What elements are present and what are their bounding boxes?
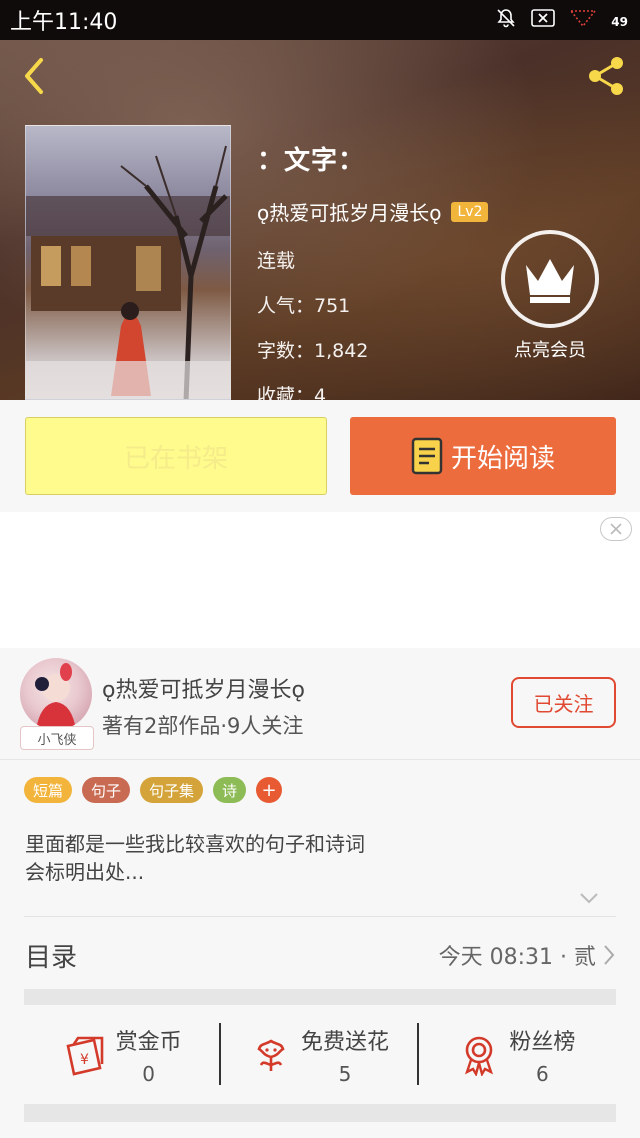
book-info: ：文字： ǫ热爱可抵岁月漫长ǫ Lv2 连载 人气：751 字数：1,842 收… [257,140,489,400]
tag-list: 短篇 句子 句子集 诗 + [24,777,283,803]
back-button[interactable] [14,56,54,96]
cover-illustration [26,145,230,399]
start-reading-button[interactable]: 开始阅读 [350,417,616,495]
reward-coins-value: 0 [142,1062,156,1086]
status-time: 上午11:40 [10,10,118,35]
tag-item[interactable]: 短篇 [24,777,73,803]
author-row[interactable]: ǫ热爱可抵岁月漫长ǫ Lv2 [257,197,489,226]
book-title: ：文字： [257,146,366,176]
catalog-latest-update: 今天 08:31 · 贰 [439,939,616,971]
fan-ranking-label: 粉丝榜 [509,1030,576,1055]
send-flower-label: 免费送花 [300,1030,389,1055]
follow-button[interactable]: 已关注 [511,677,616,728]
description-line-2: 会标明出处... [25,860,145,884]
book-favorites: 收藏：4 [257,385,327,400]
chevron-down-icon [580,893,598,904]
medal-icon [465,1036,494,1076]
reward-coins-label: 赏金币 [115,1030,182,1055]
catalog-update-text: 今天 08:31 · 贰 [438,945,596,970]
author-meta: 著有2部作品·9人关注 [102,714,304,738]
book-description[interactable]: 里面都是一些我比较喜欢的句子和诗词 会标明出处... [25,830,615,886]
battery-icon: 49 [611,11,628,30]
author-name[interactable]: ǫ热爱可抵岁月漫长ǫ [102,672,305,704]
fan-ranking-value: 6 [535,1062,549,1086]
tag-item[interactable]: 诗 [213,777,247,803]
coin-envelope-icon: ¥ [66,1036,103,1076]
vip-button[interactable]: 点亮会员 [500,230,600,362]
status-icons: 49 [495,7,628,33]
stats-bar: ¥ 赏金币 0 免费送花 5 粉丝榜 6 [24,1015,616,1095]
section-separator [24,989,616,1005]
status-bar: 上午11:40 49 [0,0,640,40]
ad-area [0,512,640,648]
fan-ranking-stat[interactable]: 粉丝榜 6 [419,1015,616,1095]
flower-icon [257,1039,285,1071]
tag-item[interactable]: 句子 [82,777,131,803]
chevron-left-icon [25,58,43,94]
share-button[interactable] [582,54,630,98]
close-icon [610,523,622,535]
crown-icon [526,259,574,303]
book-word-count: 字数：1,842 [257,340,369,362]
expand-description-button[interactable] [578,890,600,909]
svg-text:¥: ¥ [80,1052,89,1068]
book-status: 连载 [257,250,296,272]
tag-item[interactable]: 句子集 [140,777,204,803]
signal-icon [569,8,597,32]
send-flower-value: 5 [338,1062,352,1086]
book-cover[interactable] [25,125,231,400]
in-shelf-button[interactable]: 已在书架 [25,417,327,495]
divider [24,916,616,917]
vip-circle [501,230,599,328]
vip-label: 点亮会员 [514,340,586,361]
avatar-illustration [35,663,76,730]
share-icon [589,57,623,95]
start-reading-label: 开始阅读 [450,443,555,474]
catalog-title: 目录 [25,943,78,973]
action-bar: 已在书架 开始阅读 [0,400,640,512]
book-detail-page: 上午11:40 49 ：文字： ǫ热爱可抵岁月漫长ǫ Lv2 连载 人气：751… [0,0,640,1138]
level-badge: Lv2 [451,201,489,222]
author-avatar[interactable] [20,658,92,730]
reward-coins-stat[interactable]: ¥ 赏金币 0 [24,1015,222,1095]
book-icon [411,437,443,475]
book-popularity: 人气：751 [257,295,351,317]
description-line-1: 里面都是一些我比较喜欢的句子和诗词 [25,832,365,856]
book-author[interactable]: ǫ热爱可抵岁月漫长ǫ [257,197,441,226]
book-hero: ：文字： ǫ热爱可抵岁月漫长ǫ Lv2 连载 人气：751 字数：1,842 收… [0,40,640,400]
catalog-row[interactable]: 目录 今天 08:31 · 贰 [0,925,640,985]
send-flower-stat[interactable]: 免费送花 5 [221,1015,419,1095]
author-card: 小飞侠 ǫ热爱可抵岁月漫长ǫ 著有2部作品·9人关注 已关注 [0,648,640,760]
chevron-right-icon [604,945,615,965]
author-rank-tag: 小飞侠 [20,726,94,750]
no-sim-icon [531,8,556,32]
battery-level: 49 [611,14,628,29]
section-separator [24,1104,616,1122]
ad-close-button[interactable] [600,517,632,541]
add-tag-button[interactable]: + [256,777,283,803]
mute-bell-icon [495,7,517,33]
